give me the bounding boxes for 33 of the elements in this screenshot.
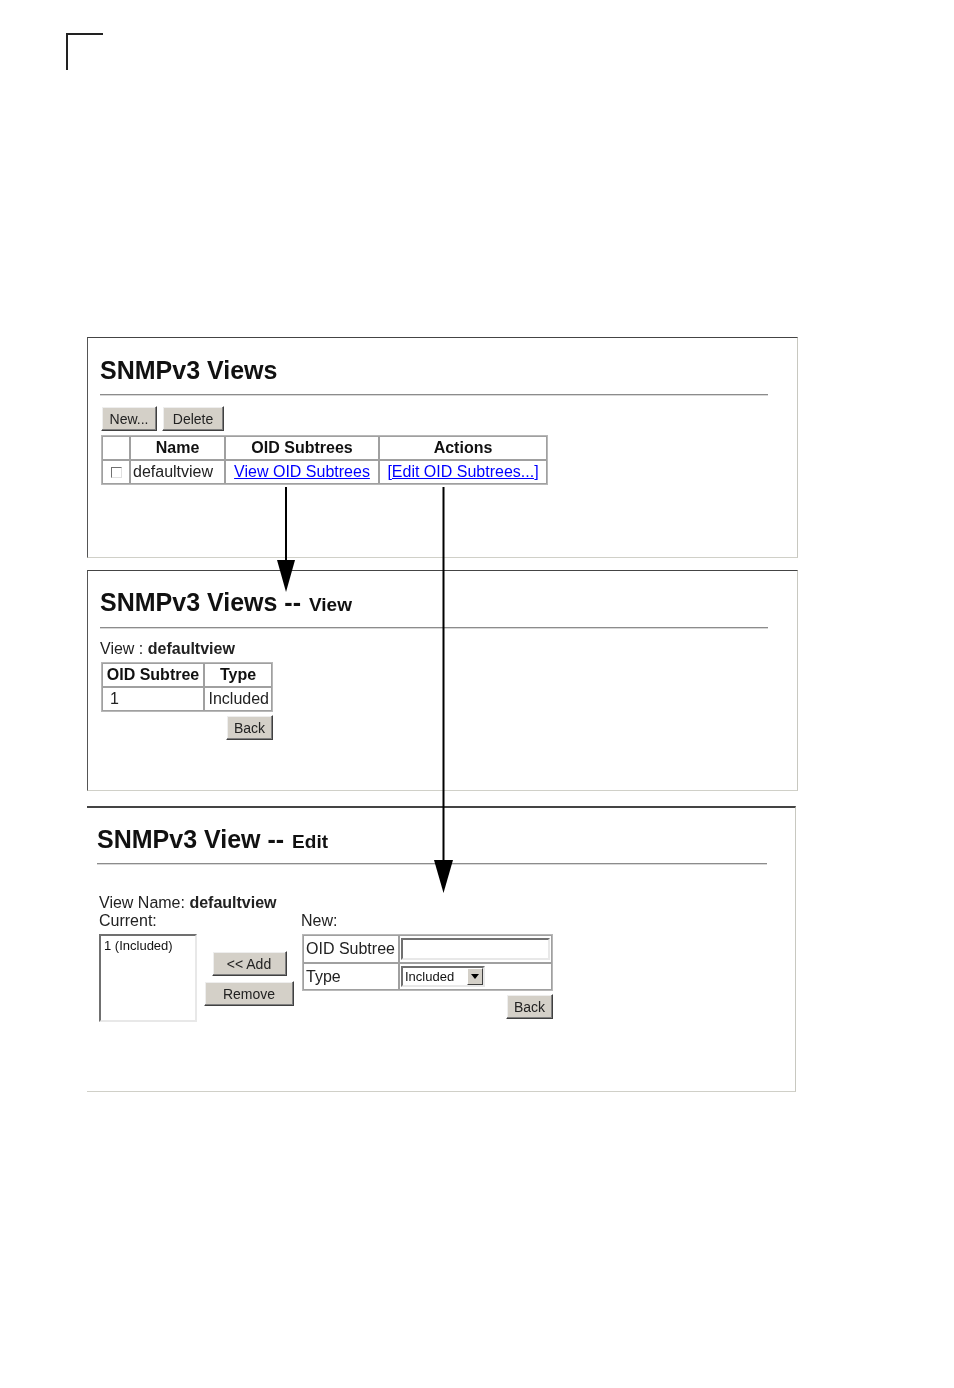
current-listbox[interactable]: 1 (Included) — [99, 934, 197, 1022]
list-option[interactable]: 1 (Included) — [104, 938, 192, 953]
new-button[interactable]: New... — [101, 406, 157, 431]
crop-mark-icon — [66, 33, 103, 70]
edit-link[interactable]: [Edit OID Subtrees...] — [387, 463, 539, 480]
column-header: Name — [130, 436, 225, 460]
back-button[interactable]: Back — [506, 994, 553, 1019]
panel-subtitle: Edit — [292, 831, 328, 853]
table-cell: Type — [303, 963, 399, 990]
back-button[interactable]: Back — [226, 715, 273, 740]
current-label: Current: — [99, 912, 157, 930]
column-header: OID Subtrees — [225, 436, 379, 460]
panel-title: SNMPv3 Views -- — [100, 587, 301, 617]
view-name-text: View Name: defaultview — [99, 894, 278, 912]
remove-button[interactable]: Remove — [204, 981, 294, 1006]
column-header: Type — [204, 663, 272, 687]
table-cell: Included — [204, 687, 272, 711]
column-header: OID Subtree — [102, 663, 204, 687]
table-cell: 1 — [102, 687, 204, 711]
view-name-text: View : defaultview — [100, 640, 236, 658]
checkbox[interactable] — [110, 466, 122, 478]
panel-title: SNMPv3 Views — [100, 355, 278, 385]
panel-subtitle: View — [309, 594, 352, 616]
panel-title: SNMPv3 View -- — [97, 824, 285, 854]
caret-icon — [467, 968, 483, 985]
new-label: New: — [301, 912, 338, 930]
add-button[interactable]: << Add — [211, 951, 287, 976]
type-select[interactable]: Included — [401, 966, 485, 987]
delete-button[interactable]: Delete — [162, 406, 224, 431]
table-cell: defaultview — [130, 460, 225, 484]
column-header: Actions — [379, 436, 547, 460]
table-cell: OID Subtree — [303, 935, 399, 963]
view-link[interactable]: View OID Subtrees — [234, 463, 370, 480]
